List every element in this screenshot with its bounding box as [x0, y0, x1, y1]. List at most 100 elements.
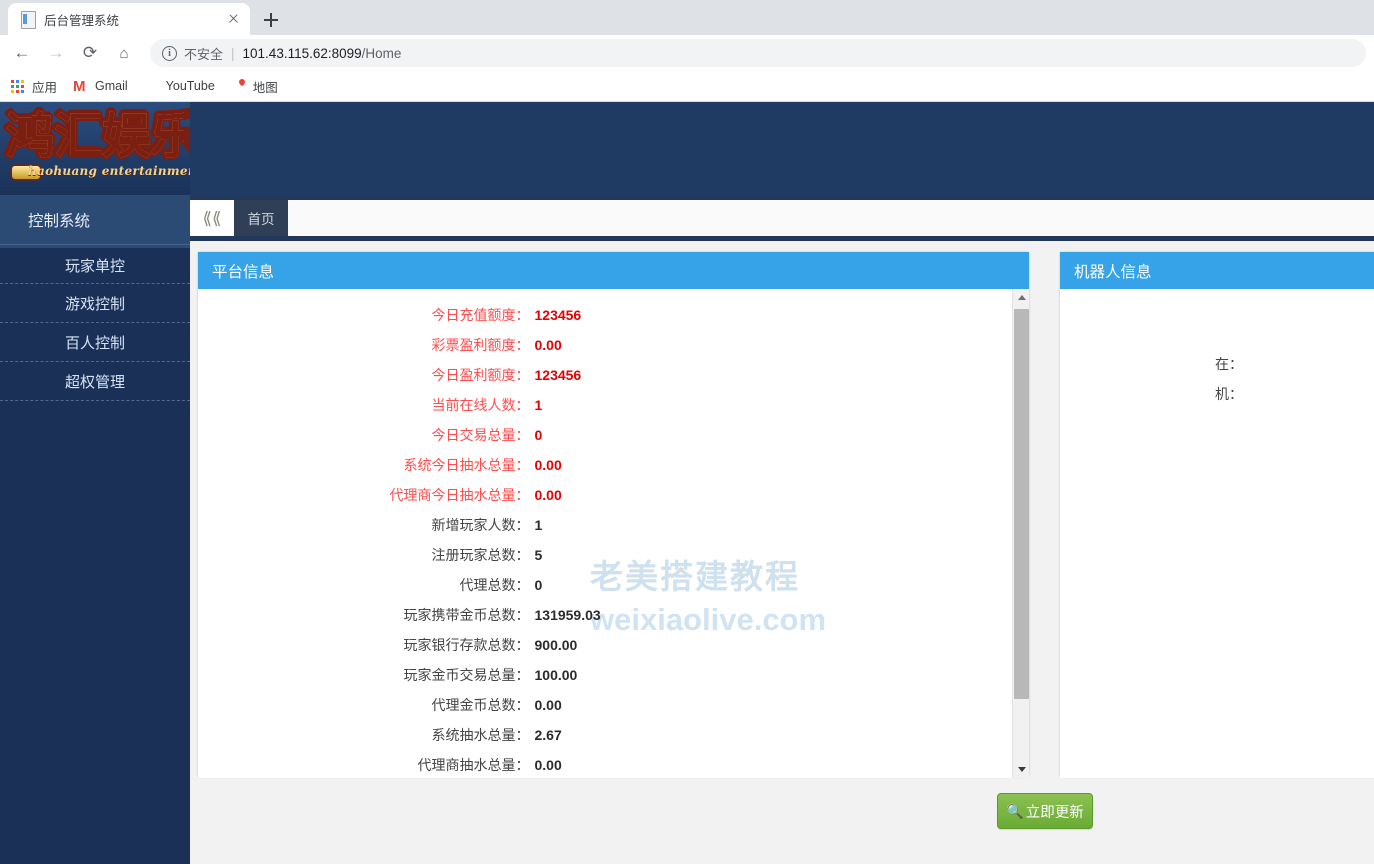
- info-row: 系统今日抽水总量： 0.00: [198, 450, 1021, 480]
- close-icon[interactable]: [224, 10, 242, 28]
- bookmark-youtube[interactable]: YouTube: [144, 78, 215, 94]
- sidebar-menu: 玩家单控 游戏控制 百人控制 超权管理: [0, 245, 190, 401]
- forward-button[interactable]: →: [42, 39, 70, 67]
- triangle-up-icon[interactable]: [1013, 289, 1029, 306]
- address-host: 101.43.115.62:8099: [242, 45, 362, 61]
- info-row: 在：: [1060, 349, 1374, 379]
- browser-tab-title: 后台管理系统: [44, 13, 120, 28]
- sidebar-item-label: 超权管理: [64, 373, 125, 391]
- apps-grid-icon: [10, 78, 26, 94]
- info-row: 代理商抽水总量： 0.00: [198, 750, 1021, 778]
- home-button[interactable]: ⌂: [110, 39, 138, 67]
- panels-container: 平台信息 老美搭建教程 weixiaolive.com 今日充值额度： 12345…: [190, 241, 1374, 859]
- info-label: 代理总数：: [459, 577, 530, 593]
- app-header-bar: 鸿汇娱乐 haohuang entertainment: [0, 102, 1374, 195]
- google-maps-icon: [231, 78, 247, 94]
- sidebar-item-player-control[interactable]: 玩家单控: [0, 245, 190, 284]
- sidebar-collapse-button[interactable]: ⟪⟪: [190, 200, 234, 236]
- info-label: 在：: [1215, 356, 1243, 372]
- bookmark-label: Gmail: [95, 79, 128, 93]
- address-bar[interactable]: i 不安全 | 101.43.115.62:8099 /Home: [150, 39, 1366, 67]
- info-row: 彩票盈利额度： 0.00: [198, 330, 1021, 360]
- panel-header: 机器人信息: [1060, 252, 1374, 289]
- sidebar-section-header[interactable]: 控制系统: [0, 195, 190, 245]
- sidebar-item-superuser-admin[interactable]: 超权管理: [0, 362, 190, 401]
- bookmarks-bar: 应用 M Gmail YouTube 地图: [0, 71, 1374, 102]
- sidebar-item-label: 百人控制: [64, 334, 125, 352]
- bookmark-label: 应用: [32, 80, 58, 95]
- info-row: 今日交易总量： 0: [198, 420, 1021, 450]
- bookmark-label: 地图: [252, 80, 278, 95]
- info-row: 玩家银行存款总数： 900.00: [198, 630, 1021, 660]
- info-value: 2.67: [534, 727, 562, 743]
- content-area: ⟪⟪ 首页 平台信息 老美搭建教程 weixiaolive.com 今日充值额度…: [190, 195, 1374, 864]
- browser-navbar: ← → ⟳ ⌂ i 不安全 | 101.43.115.62:8099 /Home: [0, 35, 1374, 71]
- info-icon[interactable]: i: [162, 45, 177, 61]
- info-value: 131959.03: [534, 607, 601, 623]
- bookmark-maps[interactable]: 地图: [231, 77, 278, 96]
- bookmark-label: YouTube: [165, 79, 215, 93]
- sidebar-section-label: 控制系统: [28, 212, 91, 230]
- info-row: 玩家金币交易总量： 100.00: [198, 660, 1021, 690]
- sidebar-item-label: 游戏控制: [64, 295, 125, 313]
- bookmark-gmail[interactable]: M Gmail: [73, 78, 128, 95]
- sidebar-item-game-control[interactable]: 游戏控制: [0, 284, 190, 323]
- app-viewport: 鸿汇娱乐 haohuang entertainment 控制系统 玩家单控 游戏…: [0, 102, 1374, 864]
- bookmark-apps[interactable]: 应用: [10, 77, 57, 96]
- info-label: 系统今日抽水总量：: [403, 457, 530, 473]
- info-value: 0.00: [534, 457, 562, 473]
- youtube-icon: [144, 78, 160, 94]
- sidebar-item-label: 玩家单控: [64, 258, 125, 275]
- info-value: 1: [534, 397, 543, 413]
- document-icon: [20, 11, 36, 29]
- info-label: 今日盈利额度：: [431, 367, 530, 383]
- tabstrip: 后台管理系统: [0, 0, 1374, 35]
- info-row: 系统抽水总量： 2.67: [198, 720, 1021, 750]
- info-value: 900.00: [534, 637, 578, 653]
- info-label: 今日充值额度：: [431, 307, 530, 323]
- info-value: 0.00: [534, 487, 562, 503]
- sidebar-item-hundred-control[interactable]: 百人控制: [0, 323, 190, 362]
- info-value: 100.00: [534, 667, 578, 683]
- info-label: 新增玩家人数：: [431, 517, 530, 533]
- scrollbar-thumb[interactable]: [1014, 309, 1029, 699]
- logo-text: 鸿汇娱乐: [6, 108, 190, 165]
- search-icon: 🔍: [1006, 803, 1024, 819]
- new-tab-button[interactable]: [258, 7, 284, 33]
- browser-tab[interactable]: 后台管理系统: [8, 3, 250, 35]
- info-label: 系统抽水总量：: [431, 727, 530, 743]
- omnibox-separator: |: [231, 45, 235, 61]
- triangle-down-icon[interactable]: [1013, 761, 1029, 778]
- gmail-icon: M: [73, 78, 86, 95]
- info-value: 0: [534, 577, 543, 593]
- info-value: 0.00: [534, 697, 562, 713]
- info-label: 代理金币总数：: [431, 697, 530, 713]
- info-label: 玩家携带金币总数：: [403, 607, 530, 623]
- panel-title: 机器人信息: [1074, 263, 1152, 281]
- panel-body: 在： 机：: [1060, 289, 1374, 778]
- update-now-button[interactable]: 🔍 立即更新: [997, 793, 1093, 829]
- info-row: 机：: [1060, 379, 1374, 409]
- robot-info-panel: 机器人信息 在： 机：: [1059, 251, 1374, 778]
- info-label: 玩家金币交易总量：: [403, 667, 530, 683]
- back-button[interactable]: ←: [8, 39, 36, 67]
- panel-scrollbar[interactable]: [1012, 289, 1029, 778]
- site-logo: 鸿汇娱乐 haohuang entertainment: [0, 102, 190, 195]
- info-row: 当前在线人数： 1: [198, 390, 1021, 420]
- info-label: 今日交易总量：: [431, 427, 530, 443]
- tab-home[interactable]: 首页: [234, 200, 288, 236]
- update-now-label: 立即更新: [1025, 804, 1084, 821]
- info-value: 0: [534, 427, 543, 443]
- info-label: 彩票盈利额度：: [431, 337, 530, 353]
- info-label: 代理商今日抽水总量：: [389, 487, 530, 503]
- platform-info-list: 今日充值额度： 123456 彩票盈利额度： 0.00 今日盈利额度： 123456 …: [198, 289, 1021, 778]
- info-label: 注册玩家总数：: [431, 547, 530, 563]
- reload-button[interactable]: ⟳: [76, 39, 104, 67]
- info-value: 0.00: [534, 337, 562, 353]
- robot-info-list: 在： 机：: [1060, 289, 1374, 409]
- info-label: 机：: [1215, 386, 1243, 402]
- info-row: 代理金币总数： 0.00: [198, 690, 1021, 720]
- info-row: 代理总数： 0: [198, 570, 1021, 600]
- platform-info-panel: 平台信息 老美搭建教程 weixiaolive.com 今日充值额度： 12345…: [197, 251, 1030, 778]
- browser-tabstrip: 后台管理系统: [0, 0, 1374, 35]
